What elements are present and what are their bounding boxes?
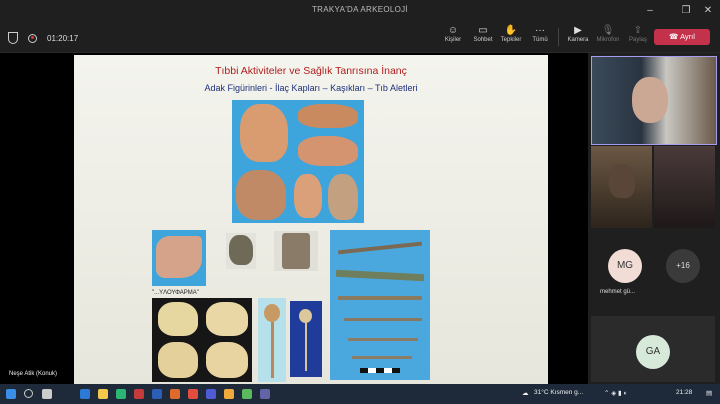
- camera-button[interactable]: ▶ Kamera: [561, 24, 595, 50]
- figurine-statue-image: [328, 174, 358, 220]
- leave-button[interactable]: ☎ Ayrıl: [654, 29, 710, 45]
- powerpoint-icon[interactable]: [170, 389, 180, 399]
- figurine-ear-image: [294, 174, 322, 218]
- word-icon[interactable]: [152, 389, 162, 399]
- video-tile-active-speaker[interactable]: [591, 56, 717, 145]
- shield-icon[interactable]: [8, 32, 18, 44]
- people-icon: ☺: [447, 25, 459, 36]
- close-icon[interactable]: ✕: [700, 3, 716, 19]
- spoon-handle-image: [271, 322, 274, 378]
- figurine-fragment-image: [298, 136, 358, 166]
- greek-inscription-caption: "...YΛΟΥΦΑΡΜΑ": [152, 290, 199, 296]
- task-view-icon[interactable]: [42, 389, 52, 399]
- app-icon-3[interactable]: [260, 389, 270, 399]
- participant-gallery: MG +16 mehmet gü... GA: [588, 53, 720, 384]
- more-label: Tümü: [532, 37, 548, 43]
- mask-photo: [226, 233, 256, 269]
- video-tile-participant-3[interactable]: [654, 146, 715, 228]
- tool-image-4: [344, 318, 422, 321]
- microphone-label: Mikrofon: [596, 37, 620, 43]
- medical-tools-photo: [330, 230, 430, 380]
- microphone-icon: 🎙: [601, 25, 615, 36]
- meeting-timer: 01:20:17: [47, 33, 79, 43]
- clock[interactable]: 21:28: [676, 389, 692, 396]
- participant-video-face-2: [609, 164, 635, 198]
- more-participants-button[interactable]: +16: [666, 249, 700, 283]
- windows-start-icon[interactable]: [6, 389, 16, 399]
- spoon-bowl-image-2: [299, 309, 312, 323]
- meeting-toolbar: 01:20:17 ☺ Kişiler ▭ Sohbet ✋ Tepkiler ·…: [0, 22, 720, 53]
- meeting-status: 01:20:17: [8, 30, 78, 46]
- spoon-photo-2: [290, 301, 322, 377]
- spoon-photo-1: [258, 298, 286, 382]
- window-title: TRAKYA'DA ARKEOLOJİ: [312, 5, 408, 14]
- mask-image: [229, 235, 253, 265]
- more-button[interactable]: ··· Tümü: [523, 24, 557, 50]
- tool-image-5: [348, 338, 418, 341]
- avatar-ga[interactable]: GA: [636, 335, 670, 369]
- people-label: Kişiler: [444, 37, 462, 43]
- toolbar-divider: [558, 28, 559, 46]
- vessel-photo: [152, 230, 206, 286]
- edge-icon[interactable]: [80, 389, 90, 399]
- slide-subtitle: Adak Figürinleri - İlaç Kapları – Kaşıkl…: [204, 83, 418, 93]
- pill-containers-photo: [152, 298, 252, 382]
- figurine-head-image: [240, 104, 288, 162]
- system-tray-icons[interactable]: ⌃ ◈ ▮ ◐: [604, 389, 627, 397]
- more-icon: ···: [535, 25, 545, 36]
- avatar-mg[interactable]: MG: [608, 249, 642, 283]
- leave-label: Ayrıl: [680, 32, 695, 41]
- weather-status[interactable]: 31°C Kısmen g...: [534, 389, 583, 396]
- container-image-4: [206, 342, 248, 378]
- container-image-3: [158, 342, 198, 378]
- phone-icon: ☎: [669, 32, 679, 41]
- tool-image-2: [335, 269, 425, 282]
- scale-bar-image: [360, 368, 400, 373]
- participant-name-mg: mehmet gü...: [600, 289, 636, 295]
- search-icon[interactable]: [24, 389, 33, 398]
- firefox-icon[interactable]: [188, 389, 198, 399]
- container-image-2: [206, 302, 248, 336]
- camera-label: Kamera: [567, 37, 589, 43]
- vessel-fragment-image: [156, 236, 202, 278]
- restore-icon[interactable]: ❐: [678, 3, 694, 19]
- spoon-handle-image-2: [305, 323, 307, 371]
- slide-title: Tıbbi Aktiviteler ve Sağlık Tanrısına İn…: [215, 65, 407, 77]
- presenter-name-tag: Neşe Atik (Konuk): [6, 370, 61, 378]
- container-image-1: [158, 302, 198, 336]
- people-button[interactable]: ☺ Kişiler: [436, 24, 470, 50]
- video-tile-participant-2[interactable]: [591, 146, 652, 228]
- acrobat-icon[interactable]: [134, 389, 144, 399]
- tool-image-3: [338, 296, 422, 300]
- weather-icon[interactable]: ☁: [522, 389, 529, 397]
- minimize-icon[interactable]: –: [642, 3, 658, 19]
- notifications-icon[interactable]: ▤: [706, 389, 712, 397]
- figurine-torso-image: [236, 170, 286, 220]
- app-icon-1[interactable]: [224, 389, 234, 399]
- figurine-photo-panel: [232, 100, 364, 223]
- share-icon: ⇪: [633, 25, 643, 36]
- share-button[interactable]: ⇪ Paylaş: [621, 24, 655, 50]
- teams-icon[interactable]: [206, 389, 216, 399]
- taskbar: ☁ 31°C Kısmen g... ⌃ ◈ ▮ ◐ 21:28 ▤: [0, 384, 720, 404]
- title-bar: TRAKYA'DA ARKEOLOJİ – ❐ ✕: [0, 0, 720, 22]
- presentation-slide: Tıbbi Aktiviteler ve Sağlık Tanrısına İn…: [74, 55, 548, 385]
- jar-photo: [274, 231, 318, 271]
- chrome-icon[interactable]: [116, 389, 126, 399]
- participant-video-face: [632, 77, 668, 123]
- app-icon-2[interactable]: [242, 389, 252, 399]
- jar-image: [282, 233, 310, 269]
- recording-icon: [28, 33, 37, 43]
- spoon-bowl-image: [264, 304, 280, 322]
- file-explorer-icon[interactable]: [98, 389, 108, 399]
- tool-image-6: [352, 356, 412, 359]
- tool-image-1: [338, 241, 422, 255]
- share-label: Paylaş: [628, 37, 647, 43]
- camera-icon: ▶: [574, 25, 582, 36]
- figurine-limb-image: [298, 104, 358, 128]
- microphone-button[interactable]: 🎙 Mikrofon: [591, 24, 625, 50]
